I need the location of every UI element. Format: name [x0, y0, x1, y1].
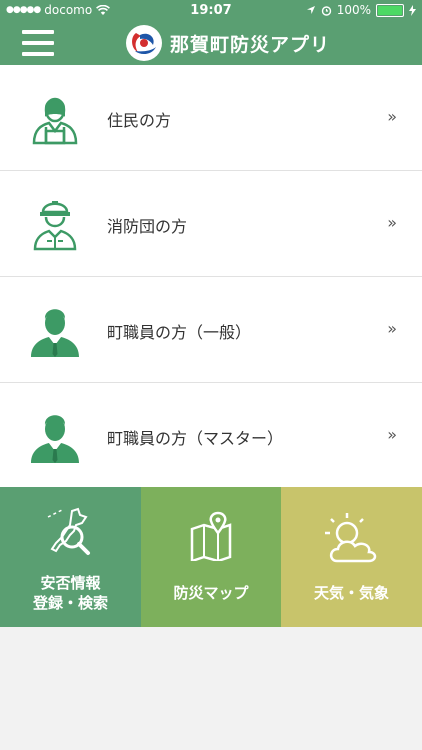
alarm-icon — [321, 5, 331, 16]
page-title: 那賀町防災アプリ — [170, 33, 331, 56]
app-header: ●●●●● docomo 19:07 100% 那賀町防災アプリ — [0, 0, 422, 65]
chevron-right-icon: » — [387, 425, 397, 444]
firefighter-icon — [25, 193, 85, 253]
status-bar: ●●●●● docomo 19:07 100% — [0, 0, 422, 22]
list-item-staff-general[interactable]: 町職員の方（一般） » — [0, 277, 422, 383]
charging-icon — [409, 4, 416, 16]
list-item-staff-master[interactable]: 町職員の方（マスター） » — [0, 383, 422, 489]
user-type-list: 住民の方 » 消防団の方 » 町職員の方（一般） » 町職員の方（マスター） » — [0, 65, 422, 489]
hamburger-menu-button[interactable] — [22, 30, 54, 56]
safety-info-label-2: 登録・検索 — [32, 594, 108, 612]
app-title: 那賀町防災アプリ — [126, 25, 330, 61]
staff-master-icon — [25, 405, 85, 465]
safety-info-tile[interactable]: 安否情報 登録・検索 — [0, 487, 141, 627]
weather-icon — [325, 513, 377, 563]
staff-icon — [25, 299, 85, 359]
location-icon — [306, 6, 315, 14]
chevron-right-icon: » — [387, 319, 397, 338]
weather-label: 天気・気象 — [313, 584, 389, 602]
list-item-label: 町職員の方（マスター） — [107, 429, 284, 448]
chevron-right-icon: » — [387, 107, 397, 126]
list-item-label: 消防団の方 — [107, 217, 188, 236]
list-item-label: 町職員の方（一般） — [107, 323, 252, 342]
chevron-right-icon: » — [387, 213, 397, 232]
list-item-label: 住民の方 — [107, 111, 172, 130]
weather-tile[interactable]: 天気・気象 — [281, 487, 422, 627]
map-search-icon — [47, 507, 90, 555]
town-logo-icon — [126, 25, 162, 61]
map-pin-icon — [190, 511, 232, 561]
battery-icon — [376, 3, 404, 17]
battery-percent: 100% — [336, 3, 371, 17]
feature-tiles: 安否情報 登録・検索 防災マップ 天気・気象 — [0, 487, 422, 627]
list-item-firefighter[interactable]: 消防団の方 » — [0, 171, 422, 277]
resident-icon — [25, 87, 85, 147]
disaster-map-label: 防災マップ — [173, 584, 249, 602]
list-item-resident[interactable]: 住民の方 » — [0, 65, 422, 171]
disaster-map-tile[interactable]: 防災マップ — [141, 487, 281, 627]
safety-info-label-1: 安否情報 — [40, 574, 101, 592]
